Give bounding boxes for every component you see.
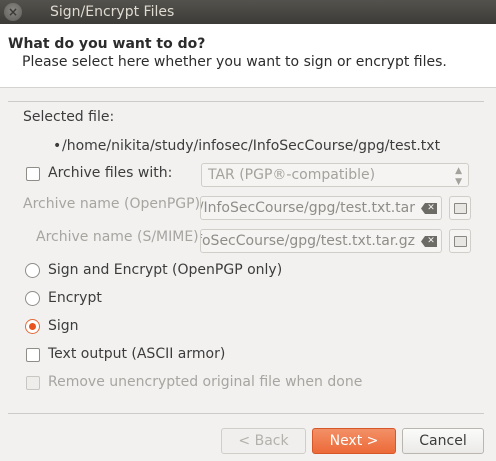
archive-format-value: TAR (PGP®-compatible): [208, 167, 376, 183]
close-icon[interactable]: ×: [4, 3, 22, 21]
sign-encrypt-label: Sign and Encrypt (OpenPGP only): [48, 262, 283, 278]
selected-file-path: /home/nikita/study/infosec/InfoSecCourse…: [62, 138, 441, 154]
encrypt-radio[interactable]: [25, 291, 40, 306]
archive-openpgp-field[interactable]: c/InfoSecCourse/gpg/test.txt.tar ✕: [200, 196, 442, 220]
bottom-separator: [8, 413, 484, 414]
encrypt-label: Encrypt: [48, 290, 102, 306]
archive-smime-label: Archive name (S/MIME):: [36, 229, 204, 245]
top-separator: [8, 101, 484, 102]
browse-openpgp-button[interactable]: [449, 196, 471, 220]
archive-smime-value: nfoSecCourse/gpg/test.txt.tar.gz: [200, 233, 415, 249]
page-title: What do you want to do?: [8, 36, 206, 52]
combo-arrow-icon: ▲ ▼: [455, 166, 462, 187]
remove-original-label: Remove unencrypted original file when do…: [48, 374, 363, 390]
window-title: Sign/Encrypt Files: [50, 4, 175, 20]
text-output-checkbox[interactable]: [26, 348, 40, 362]
archive-openpgp-value: c/InfoSecCourse/gpg/test.txt.tar: [200, 200, 415, 216]
archive-openpgp-label: Archive name (OpenPGP):: [23, 196, 205, 212]
title-bar: × Sign/Encrypt Files: [0, 0, 496, 24]
back-button[interactable]: < Back: [221, 428, 306, 454]
page-subtitle: Please select here whether you want to s…: [22, 54, 447, 70]
sign-encrypt-radio[interactable]: [25, 263, 40, 278]
remove-original-checkbox[interactable]: [26, 376, 40, 390]
sign-radio[interactable]: [25, 319, 40, 334]
wizard-header: What do you want to do? Please select he…: [0, 24, 496, 88]
archive-checkbox-label: Archive files with:: [48, 165, 173, 181]
next-button[interactable]: Next >: [312, 428, 396, 454]
selected-file-bullet: •: [53, 138, 62, 154]
archive-checkbox[interactable]: [26, 167, 40, 181]
folder-icon: [454, 203, 467, 214]
folder-icon: [454, 236, 467, 247]
archive-format-combo[interactable]: TAR (PGP®-compatible) ▲ ▼: [201, 163, 469, 187]
clear-icon[interactable]: ✕: [421, 203, 437, 214]
archive-smime-field[interactable]: nfoSecCourse/gpg/test.txt.tar.gz ✕: [200, 229, 442, 253]
cancel-button[interactable]: Cancel: [402, 428, 484, 454]
sign-label: Sign: [48, 318, 79, 334]
text-output-label: Text output (ASCII armor): [48, 346, 226, 362]
browse-smime-button[interactable]: [449, 229, 471, 253]
clear-icon[interactable]: ✕: [421, 236, 437, 247]
selected-file-label: Selected file:: [23, 109, 115, 125]
